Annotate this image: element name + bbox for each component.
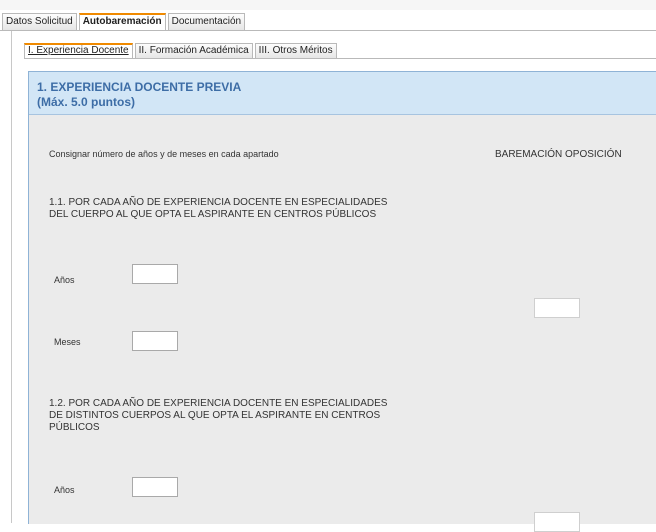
tab-documentacion[interactable]: Documentación [167,13,246,30]
item-1-2-line-1: 1.2. POR CADA AÑO DE EXPERIENCIA DOCENTE… [49,398,388,409]
years-input-1-1[interactable] [132,264,178,284]
column-header: BAREMACIÓN OPOSICIÓN [495,149,622,160]
sub-tabs: I. Experiencia Docente II. Formación Aca… [24,43,337,58]
item-1-2-title: 1.2. POR CADA AÑO DE EXPERIENCIA DOCENTE… [49,398,387,434]
item-1-2-line-2: DE DISTINTOS CUERPOS AL QUE OPTA EL ASPI… [49,410,381,421]
score-input-1-1[interactable] [534,298,580,318]
score-input-1-2[interactable] [534,512,580,532]
years-label: Años [54,275,75,285]
tab-otros-meritos[interactable]: III. Otros Méritos [254,43,337,58]
item-1-1-title: 1.1. POR CADA AÑO DE EXPERIENCIA DOCENTE… [49,197,387,221]
tab-datos-solicitud[interactable]: Datos Solicitud [2,13,77,30]
years-input-1-2[interactable] [132,477,178,497]
item-1-1-line-2: DEL CUERPO AL QUE OPTA EL ASPIRANTE EN C… [49,209,377,220]
section-subtitle: (Máx. 5.0 puntos) [37,95,136,109]
experiencia-panel: 1. EXPERIENCIA DOCENTE PREVIA (Máx. 5.0 … [28,71,656,532]
main-tabs: Datos Solicitud Autobaremación Documenta… [2,13,246,30]
item-1-2-line-3: PÚBLICOS [49,422,100,433]
tab-formacion-academica[interactable]: II. Formación Académica [134,43,253,58]
section-title: 1. EXPERIENCIA DOCENTE PREVIA [37,80,242,94]
months-input-1-1[interactable] [132,331,178,351]
content-frame: I. Experiencia Docente II. Formación Aca… [11,31,656,532]
panel-header: 1. EXPERIENCIA DOCENTE PREVIA (Máx. 5.0 … [29,72,656,115]
tab-autobaremacion[interactable]: Autobaremación [78,13,166,30]
item-1-1-line-1: 1.1. POR CADA AÑO DE EXPERIENCIA DOCENTE… [49,197,388,208]
sub-tabs-divider [24,58,656,59]
top-bar [0,0,656,10]
years-label-1-2: Años [54,485,75,495]
instruction-text: Consignar número de años y de meses en c… [49,149,279,159]
months-label: Meses [54,337,81,347]
tab-experiencia-docente[interactable]: I. Experiencia Docente [24,43,133,58]
